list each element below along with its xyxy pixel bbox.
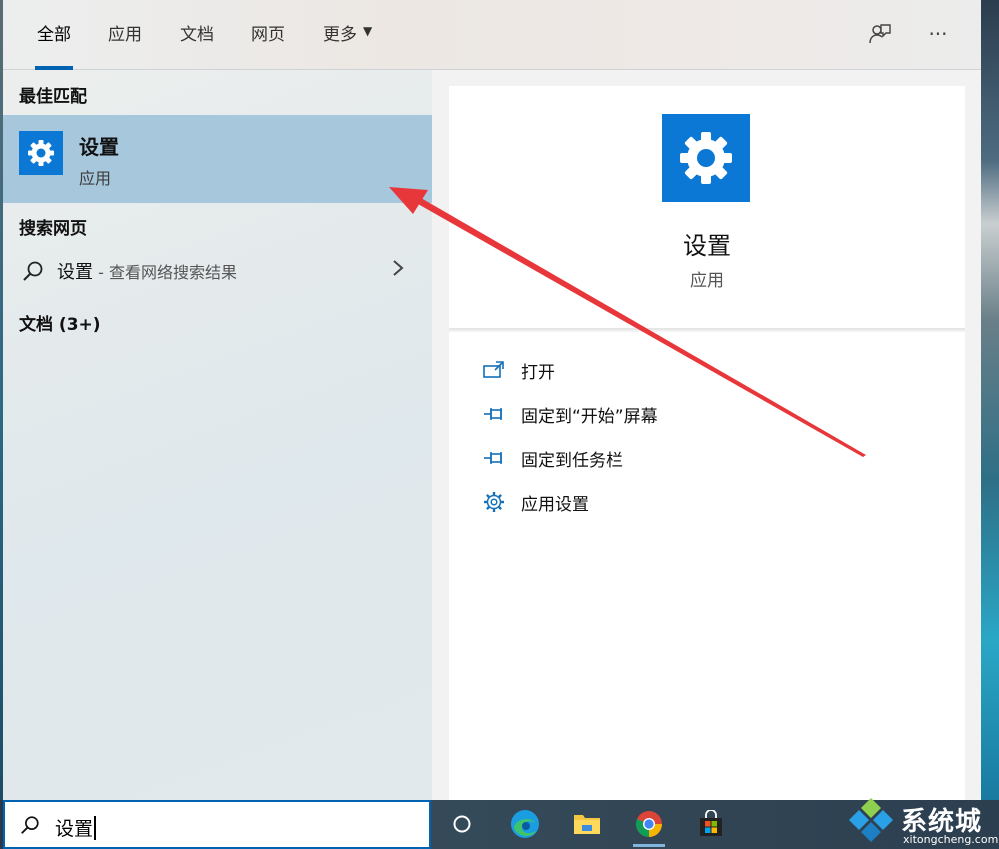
- best-match-title: 设置: [79, 135, 119, 159]
- pin-to-start-label: 固定到“开始”屏幕: [521, 406, 658, 427]
- search-icon: [19, 814, 41, 840]
- web-search-hint: - 查看网络搜索结果: [93, 263, 237, 282]
- feedback-icon[interactable]: [866, 20, 894, 48]
- edge-icon[interactable]: [507, 806, 543, 842]
- detail-title: 设置: [683, 232, 731, 260]
- app-settings-action[interactable]: 应用设置: [481, 487, 589, 517]
- start-search-panel: 最佳匹配 设置 应用 搜索网页 设置 - 查看网络搜索结果 文档 (3+) 全部…: [3, 0, 981, 800]
- web-search-result[interactable]: 设置 - 查看网络搜索结果: [3, 248, 432, 294]
- open-icon: [481, 359, 507, 381]
- tab-web[interactable]: 网页: [235, 20, 301, 70]
- desktop-background-right: [981, 0, 999, 800]
- pin-icon: [481, 403, 507, 425]
- open-action[interactable]: 打开: [481, 355, 555, 385]
- pin-to-taskbar-action[interactable]: 固定到任务栏: [481, 443, 623, 473]
- detail-card: 设置 应用: [449, 86, 965, 330]
- tab-more[interactable]: 更多 ▼: [307, 20, 388, 70]
- search-icon: [21, 259, 45, 287]
- best-match-heading: 最佳匹配: [19, 87, 87, 107]
- watermark-logo-icon: [849, 798, 893, 842]
- pin-to-taskbar-label: 固定到任务栏: [521, 450, 623, 471]
- detail-actions: 打开 固定到“开始”屏幕 固定到任务栏 应用设置: [449, 332, 965, 800]
- filter-tab-bar: 全部 应用 文档 网页 更多 ▼ ···: [3, 0, 981, 70]
- tab-apps[interactable]: 应用: [92, 20, 158, 70]
- task-view-icon[interactable]: [444, 806, 480, 842]
- text-cursor: [94, 816, 97, 840]
- watermark: 系统城 xitongcheng.com: [845, 798, 999, 849]
- pin-icon: [481, 447, 507, 469]
- chrome-icon[interactable]: [631, 806, 667, 847]
- web-search-term: 设置: [57, 262, 93, 283]
- tab-documents[interactable]: 文档: [164, 20, 230, 70]
- tab-all[interactable]: 全部: [21, 20, 87, 70]
- web-search-heading: 搜索网页: [19, 219, 87, 239]
- watermark-url: xitongcheng.com: [903, 833, 999, 846]
- store-icon[interactable]: [693, 806, 729, 842]
- file-explorer-icon[interactable]: [569, 806, 605, 842]
- best-match-subtitle: 应用: [79, 169, 112, 188]
- gear-icon: [19, 131, 63, 175]
- documents-heading[interactable]: 文档 (3+): [19, 310, 101, 335]
- results-pane: 最佳匹配 设置 应用 搜索网页 设置 - 查看网络搜索结果 文档 (3+): [3, 0, 432, 800]
- search-box[interactable]: 设置: [3, 800, 431, 849]
- open-label: 打开: [521, 362, 555, 383]
- gear-outline-icon: [481, 491, 507, 513]
- caret-down-icon: ▼: [363, 24, 373, 38]
- app-settings-label: 应用设置: [521, 494, 589, 515]
- best-match-result[interactable]: 设置 应用: [3, 115, 432, 203]
- pin-to-start-action[interactable]: 固定到“开始”屏幕: [481, 399, 658, 429]
- chevron-right-icon[interactable]: [391, 258, 405, 284]
- detail-subtitle: 应用: [690, 271, 724, 291]
- more-options-icon[interactable]: ···: [924, 20, 952, 48]
- search-input[interactable]: 设置: [55, 818, 93, 840]
- gear-icon: [662, 114, 750, 202]
